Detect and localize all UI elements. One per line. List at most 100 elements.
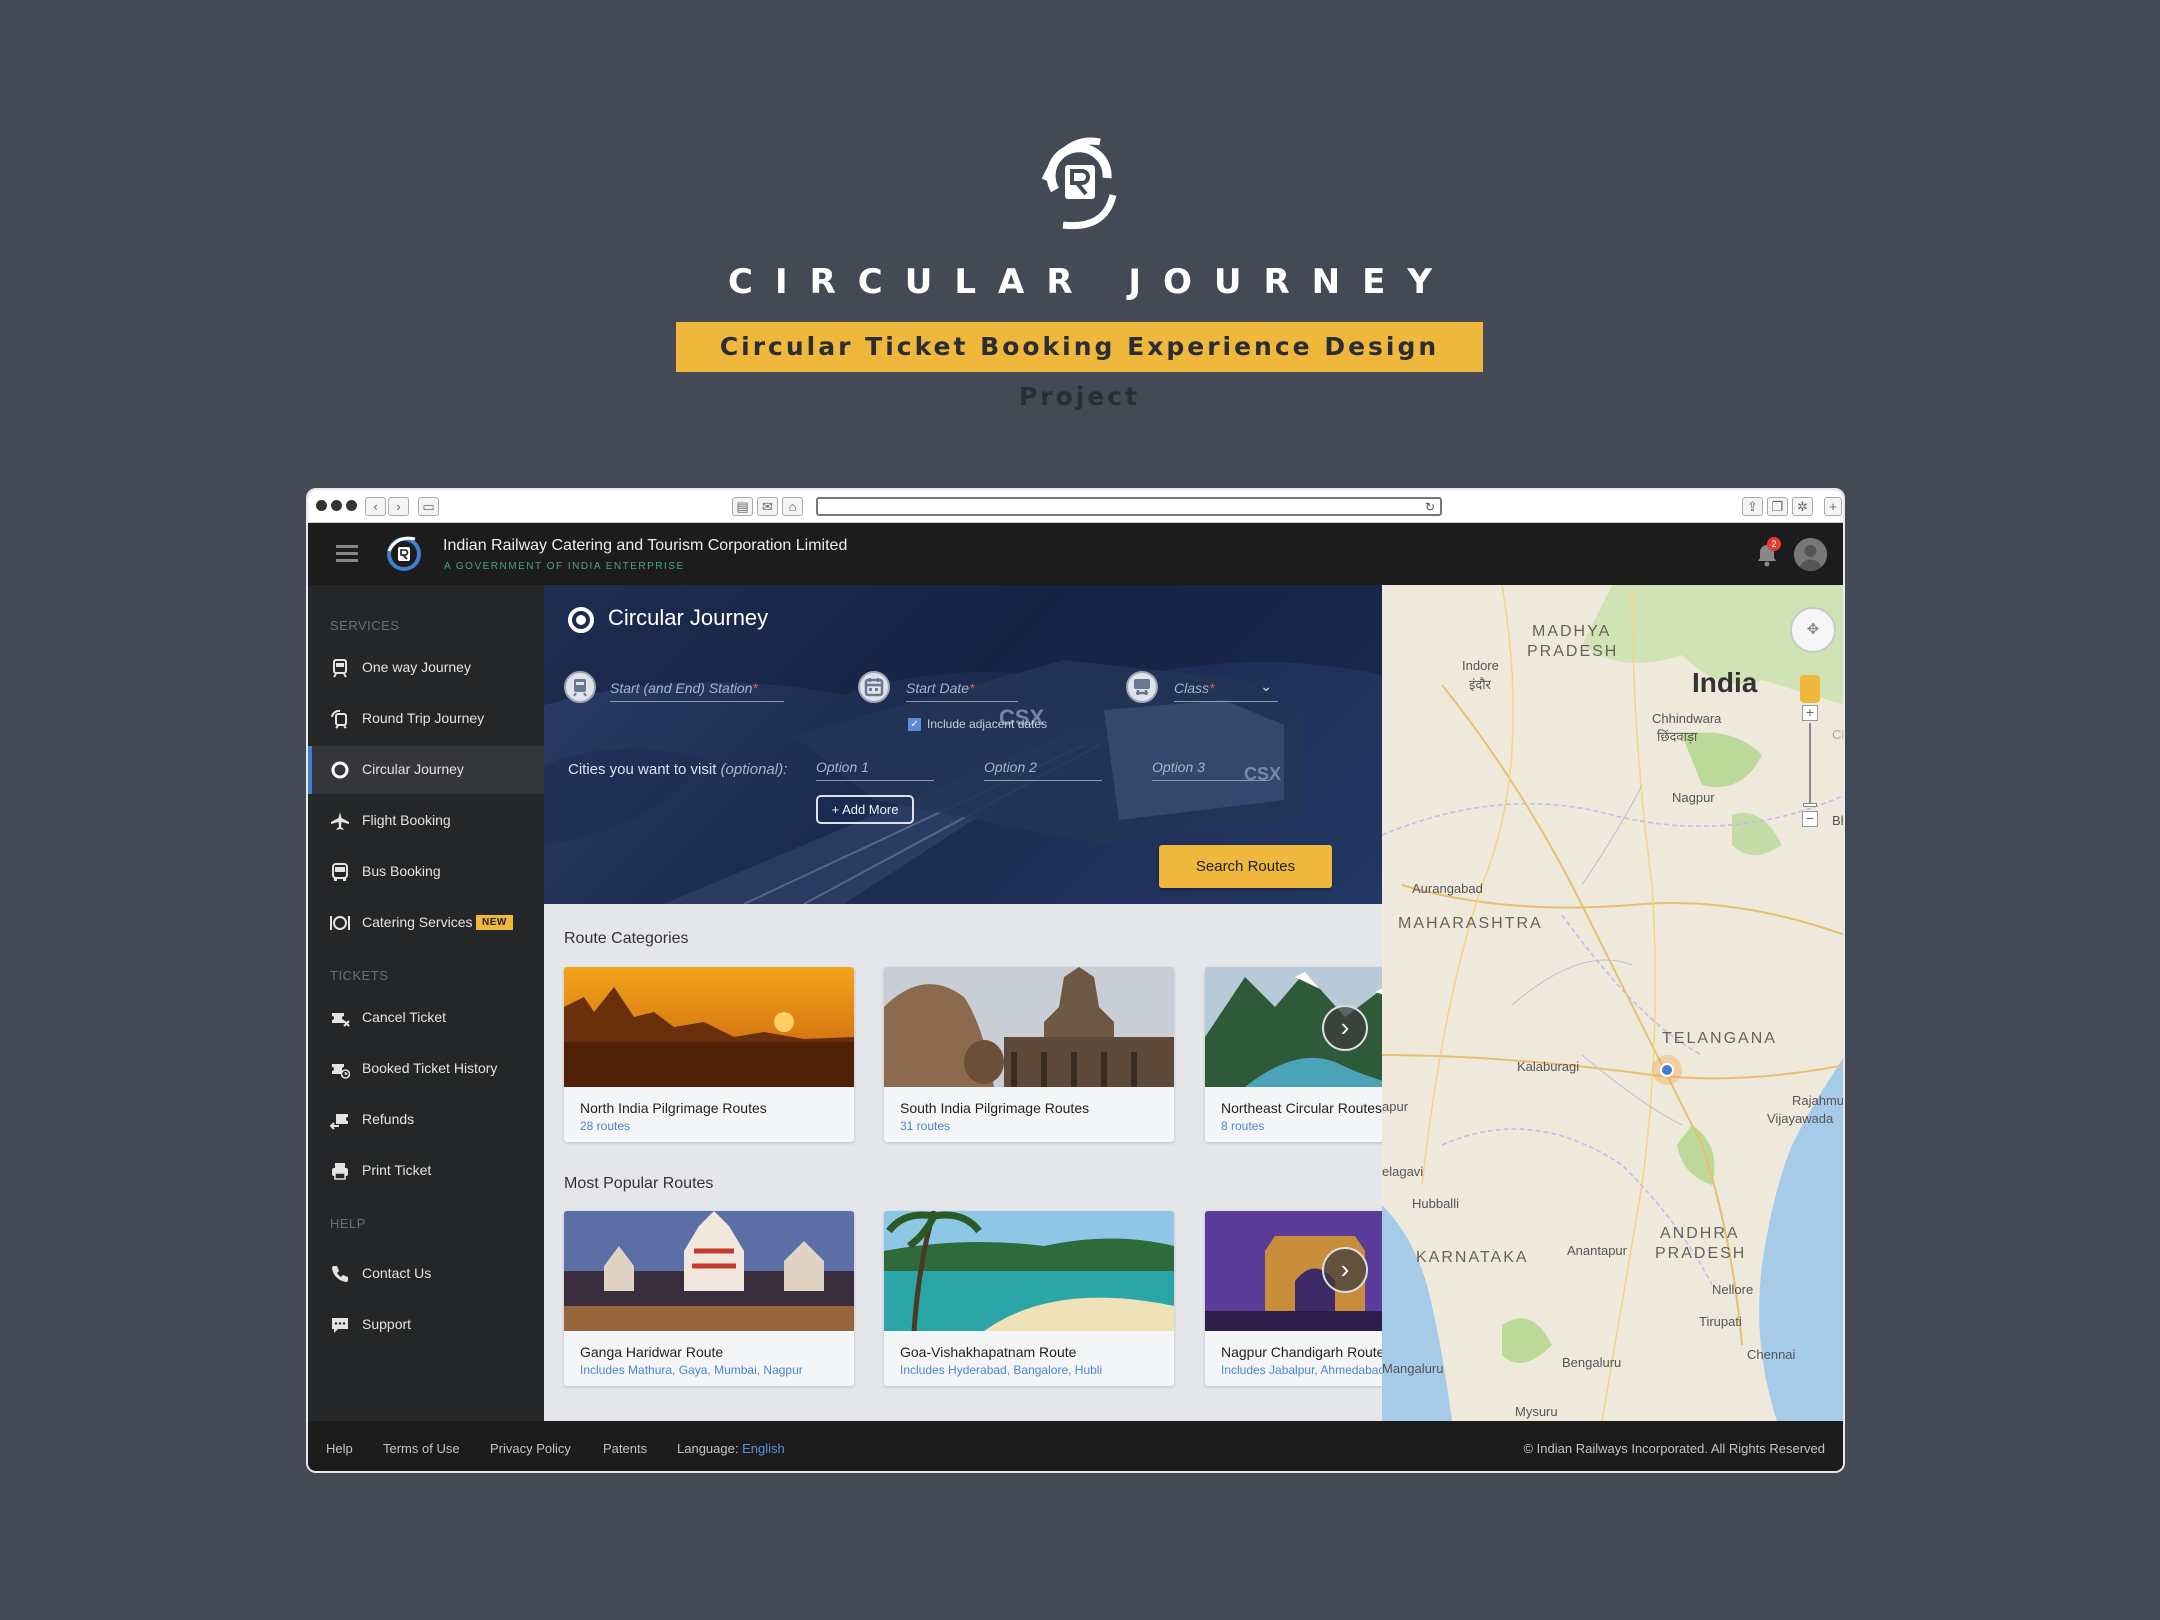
zoom-in-button[interactable]: + xyxy=(1802,705,1818,721)
forward-button[interactable]: › xyxy=(388,497,409,516)
bus-icon xyxy=(332,863,348,881)
zoom-out-button[interactable]: − xyxy=(1802,811,1818,827)
sidebar-item-circular-journey[interactable]: Circular Journey xyxy=(308,746,544,794)
start-date-input[interactable]: Start Date* xyxy=(906,680,1018,702)
round-trip-icon xyxy=(331,709,347,729)
sidebar-item-cancel-ticket[interactable]: Cancel Ticket xyxy=(308,994,544,1042)
back-button[interactable]: ‹ xyxy=(365,497,386,516)
map-city-label: Bh xyxy=(1832,813,1843,828)
home-icon[interactable]: ⌂ xyxy=(782,497,803,516)
route-category-card[interactable]: South India Pilgrimage Routes 31 routes xyxy=(884,967,1174,1142)
browser-window: ‹ › ▭ ▤ ✉ ⌂ ↻ ⇪ ❐ ✲ + Indian Railway Cat… xyxy=(306,488,1845,1473)
sidebar-item-print-ticket[interactable]: Print Ticket xyxy=(308,1147,544,1195)
route-map[interactable]: MADHYA PRADESH MAHARASHTRA TELANGANA AND… xyxy=(1382,585,1845,1421)
sidebar-item-catering-services[interactable]: Catering Services NEW xyxy=(308,899,544,947)
tabs-icon[interactable]: ❐ xyxy=(1767,497,1788,516)
new-tab-button[interactable]: + xyxy=(1824,497,1842,516)
carousel-next-button[interactable]: › xyxy=(1322,1247,1368,1293)
print-icon[interactable]: ▤ xyxy=(732,497,753,516)
zoom-slider-handle[interactable] xyxy=(1803,803,1817,807)
language-selector[interactable]: Language: English xyxy=(677,1441,785,1456)
map-city-label: Ch xyxy=(1832,727,1843,742)
sidebar-item-support[interactable]: Support xyxy=(308,1301,544,1349)
reload-icon[interactable]: ↻ xyxy=(1425,500,1435,514)
popular-route-card[interactable]: Nagpur Chandigarh Route Includes Jabalpu… xyxy=(1205,1211,1382,1386)
main-content: CSX CSX Circular Journey Start (and End)… xyxy=(544,585,1382,1421)
route-category-card[interactable]: North India Pilgrimage Routes 28 routes xyxy=(564,967,854,1142)
card-title: South India Pilgrimage Routes xyxy=(900,1100,1090,1116)
city-option-3-input[interactable]: Option 3 xyxy=(1152,759,1270,781)
sidebar-item-round-trip-journey[interactable]: Round Trip Journey xyxy=(308,695,544,743)
route-category-card[interactable]: Northeast Circular Routes 8 routes xyxy=(1205,967,1382,1142)
map-state-label: MADHYA xyxy=(1532,623,1612,640)
include-adjacent-dates-checkbox[interactable]: ✓ Include adjacent dates xyxy=(908,717,1053,732)
start-station-input[interactable]: Start (and End) Station* xyxy=(610,680,784,702)
chevron-down-icon: ⌄ xyxy=(1260,678,1272,694)
popular-route-card[interactable]: Ganga Haridwar Route Includes Mathura, G… xyxy=(564,1211,854,1386)
map-city-label: Kalaburagi xyxy=(1517,1059,1580,1074)
sidebar-toggle-icon[interactable]: ▭ xyxy=(418,497,439,516)
map-city-label: Chennai xyxy=(1747,1347,1796,1362)
cities-label: Cities you want to visit (optional): xyxy=(568,761,788,778)
sidebar-item-refunds[interactable]: Refunds xyxy=(308,1096,544,1144)
card-subtitle: 8 routes xyxy=(1221,1119,1265,1133)
add-more-button[interactable]: + Add More xyxy=(816,795,914,824)
sidebar-item-one-way-journey[interactable]: One way Journey xyxy=(308,644,544,692)
map-city-label: Rajahmu xyxy=(1792,1093,1845,1108)
card-title: Nagpur Chandigarh Route xyxy=(1221,1344,1382,1360)
footer-link-privacy[interactable]: Privacy Policy xyxy=(490,1441,571,1456)
card-subtitle: Includes Hyderabad, Bangalore, Hubli xyxy=(900,1363,1103,1377)
settings-icon[interactable]: ✲ xyxy=(1792,497,1813,516)
route-categories-heading: Route Categories xyxy=(564,930,689,947)
mail-icon[interactable]: ✉ xyxy=(757,497,778,516)
cancel-ticket-icon xyxy=(332,1013,350,1027)
card-subtitle: 31 routes xyxy=(900,1119,951,1133)
sidebar-item-flight-booking[interactable]: Flight Booking xyxy=(308,797,544,845)
varanasi-ghats-photo xyxy=(564,967,854,1087)
copyright: © Indian Railways Incorporated. All Righ… xyxy=(1523,1441,1825,1456)
refund-icon xyxy=(330,1114,348,1130)
class-select[interactable]: Class* ⌄ xyxy=(1174,678,1278,702)
haridwar-temple-photo xyxy=(564,1211,854,1331)
zoom-slider-track[interactable] xyxy=(1809,723,1811,803)
sidebar-item-label: Booked Ticket History xyxy=(362,1060,498,1076)
map-pan-control[interactable]: ✥ xyxy=(1790,607,1836,653)
menu-icon[interactable] xyxy=(336,545,358,563)
avatar[interactable] xyxy=(1794,538,1827,571)
org-tagline: A GOVERNMENT OF INDIA ENTERPRISE xyxy=(444,561,685,572)
train-icon xyxy=(564,671,596,703)
popular-route-card[interactable]: Goa-Vishakhapatnam Route Includes Hydera… xyxy=(884,1211,1174,1386)
street-view-pegman-icon[interactable] xyxy=(1800,675,1820,703)
sidebar-item-booked-ticket-history[interactable]: Booked Ticket History xyxy=(308,1045,544,1093)
card-title: Ganga Haridwar Route xyxy=(580,1344,724,1360)
browser-toolbar: ‹ › ▭ ▤ ✉ ⌂ ↻ ⇪ ❐ ✲ + xyxy=(308,490,1843,523)
sidebar-item-label: Refunds xyxy=(362,1111,415,1127)
footer-link-patents[interactable]: Patents xyxy=(603,1441,647,1456)
url-bar[interactable]: ↻ xyxy=(816,497,1442,516)
card-subtitle: Includes Jabalpur, Ahmedabad xyxy=(1221,1363,1382,1377)
sidebar-item-contact-us[interactable]: Contact Us xyxy=(308,1250,544,1298)
map-city-label: Nellore xyxy=(1712,1282,1754,1297)
sidebar-item-bus-booking[interactable]: Bus Booking xyxy=(308,848,544,896)
carousel-next-button[interactable]: › xyxy=(1322,1005,1368,1051)
seat-class-icon xyxy=(1126,671,1158,703)
sidebar-item-label: Flight Booking xyxy=(362,812,451,828)
plane-icon xyxy=(331,812,349,830)
map-city-label: Mangaluru xyxy=(1382,1361,1444,1376)
map-city-label: Tirupati xyxy=(1699,1314,1742,1329)
city-option-1-input[interactable]: Option 1 xyxy=(816,759,934,781)
search-routes-button[interactable]: Search Routes xyxy=(1159,845,1332,888)
footer-link-terms[interactable]: Terms of Use xyxy=(383,1441,460,1456)
share-icon[interactable]: ⇪ xyxy=(1742,497,1763,516)
map-city-label: Hubballi xyxy=(1412,1196,1459,1211)
chat-icon xyxy=(332,1318,348,1333)
sidebar: SERVICES One way Journey Round Trip Jour… xyxy=(308,585,544,1421)
notification-badge: 2 xyxy=(1767,537,1781,551)
city-option-2-input[interactable]: Option 2 xyxy=(984,759,1102,781)
circle-icon xyxy=(568,607,594,633)
location-marker-icon[interactable] xyxy=(1660,1063,1674,1077)
window-controls[interactable] xyxy=(316,500,357,511)
footer-link-help[interactable]: Help xyxy=(326,1441,353,1456)
map-city-label: Vijayawada xyxy=(1767,1111,1834,1126)
irctc-logo[interactable] xyxy=(383,533,425,575)
